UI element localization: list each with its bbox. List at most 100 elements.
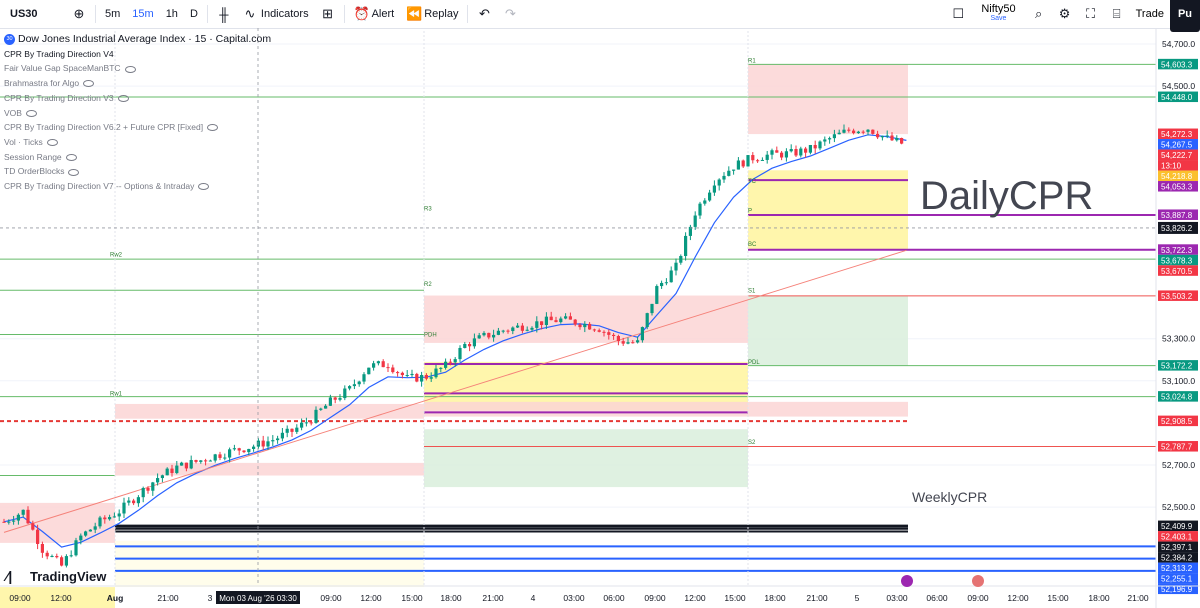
level-tag: TC — [748, 179, 757, 185]
time-tick-label: 06:00 — [603, 593, 625, 603]
time-tick-label: 12:00 — [360, 593, 382, 603]
symbol-legend[interactable]: 30 Dow Jones Industrial Average Index · … — [4, 32, 271, 47]
interval-5m[interactable]: 5m — [99, 0, 126, 28]
candle-body — [540, 321, 544, 326]
candle-body — [357, 381, 361, 385]
eye-icon[interactable] — [124, 65, 136, 73]
undo-button[interactable]: ↶ — [471, 0, 497, 28]
time-tick-label: 09:00 — [9, 593, 31, 603]
indicator-row[interactable]: Fair Value Gap SpaceManBTC — [4, 61, 271, 76]
candle-body — [64, 556, 68, 566]
ema-slow-line — [3, 249, 907, 533]
candle-body — [616, 336, 620, 342]
candle-body — [535, 321, 539, 328]
indicator-row[interactable]: CPR By Trading Direction V4 — [4, 47, 271, 62]
price-axis[interactable]: 54,700.0 54,500.0 53,300.0 53,100.0 52,700.0… — [1155, 28, 1198, 608]
indicator-row[interactable]: CPR By Trading Direction V3 — [4, 91, 271, 106]
candle-body — [813, 144, 817, 149]
indicator-row[interactable]: Vol · Ticks — [4, 135, 271, 150]
eye-icon[interactable] — [207, 124, 219, 132]
lightning-event-icon[interactable] — [901, 575, 913, 587]
candle-body — [732, 169, 736, 171]
symbol-search[interactable]: US30 — [4, 0, 66, 28]
indicator-row[interactable]: VOB — [4, 106, 271, 121]
candle-body — [679, 256, 683, 263]
candle-body — [808, 144, 812, 153]
price-label-text: 52,255.1 — [1161, 575, 1193, 584]
time-tick-label: 5 — [855, 593, 860, 603]
eye-icon[interactable] — [83, 80, 95, 88]
candle-body — [12, 520, 16, 522]
price-zone — [424, 429, 748, 488]
candle-body — [746, 155, 750, 167]
candle-body — [650, 303, 654, 314]
time-tick-label: 18:00 — [440, 593, 462, 603]
us-flag-event-icon[interactable] — [972, 575, 984, 587]
weekly-cpr-annotation: WeeklyCPR — [912, 489, 987, 505]
quick-search-button[interactable]: ⌕ — [1026, 0, 1052, 28]
time-tick-label: 03:00 — [563, 593, 585, 603]
candle-body — [266, 441, 270, 447]
templates-button[interactable]: ⊞ — [315, 0, 341, 28]
candle-body — [103, 517, 107, 520]
eye-icon[interactable] — [198, 183, 210, 191]
snapshot-button[interactable]: ⌸ — [1104, 0, 1130, 28]
candle-body — [26, 509, 30, 524]
interval-15m[interactable]: 15m — [126, 0, 159, 28]
candle-body — [228, 449, 232, 458]
alert-label: Alert — [371, 8, 395, 20]
indicator-row[interactable]: Session Range — [4, 150, 271, 165]
chart-type-button[interactable]: ╫ — [211, 0, 237, 28]
eye-icon[interactable] — [25, 109, 37, 117]
candle-body — [736, 160, 740, 170]
candle-body — [405, 375, 409, 377]
candle-body — [381, 361, 385, 368]
indicator-row[interactable]: CPR By Trading Direction V7 -- Options &… — [4, 179, 271, 194]
crosshair-time-text: Mon 03 Aug '26 03:30 — [219, 594, 297, 603]
indicator-name: CPR By Trading Direction V7 -- Options &… — [4, 181, 195, 192]
layout-toggle[interactable]: ☐ — [945, 0, 971, 28]
candle-body — [285, 428, 289, 433]
indicator-row[interactable]: TD OrderBlocks — [4, 164, 271, 179]
time-axis[interactable]: 09:00 12:00 Aug 21:00 3 09:00 12:00 15:00 18:00 2… — [0, 585, 1200, 604]
candle-body — [837, 132, 841, 135]
indicators-button[interactable]: ∿ Indicators — [237, 0, 315, 28]
candle-body — [55, 555, 59, 558]
candle-body — [472, 338, 476, 347]
eye-icon[interactable] — [117, 95, 129, 103]
time-tick-label: 03:00 — [886, 593, 908, 603]
eye-icon[interactable] — [65, 153, 77, 161]
eye-icon[interactable] — [46, 139, 58, 147]
time-tick-label: 06:00 — [926, 593, 948, 603]
redo-button[interactable]: ↷ — [497, 0, 523, 28]
candle-body — [324, 405, 328, 409]
candle-body — [396, 372, 400, 374]
settings-button[interactable]: ⚙ — [1052, 0, 1078, 28]
candle-body — [88, 529, 92, 532]
interval-1h[interactable]: 1h — [160, 0, 184, 28]
candle-body — [871, 129, 875, 134]
indicator-row[interactable]: Brahmastra for Algo — [4, 76, 271, 91]
candle-body — [348, 386, 352, 389]
compare-symbol-button[interactable]: ⊕ — [66, 0, 92, 28]
time-tick-label: 15:00 — [724, 593, 746, 603]
indicator-row[interactable]: CPR By Trading Direction V6.2 + Future C… — [4, 120, 271, 135]
candle-body — [333, 397, 337, 400]
gear-icon: ⚙ — [1058, 6, 1071, 21]
trade-button[interactable]: Trade — [1130, 0, 1170, 28]
eye-icon[interactable] — [68, 168, 80, 176]
price-label-text: 53,670.5 — [1161, 267, 1193, 276]
interval-d[interactable]: D — [184, 0, 204, 28]
indicators-label: Indicators — [260, 8, 309, 20]
layout-name[interactable]: Nifty50 Save — [981, 4, 1015, 24]
replay-button[interactable]: ⏪ Replay — [400, 0, 464, 28]
candle-body — [338, 398, 342, 400]
alert-button[interactable]: ⏰ Alert — [348, 0, 401, 28]
candle-body — [621, 341, 625, 344]
indicator-name: CPR By Trading Direction V3 — [4, 92, 114, 103]
candle-body — [304, 422, 308, 424]
candle-body — [434, 368, 438, 378]
tradingview-logo: ⁄| TradingView — [3, 568, 107, 584]
candle-body — [362, 374, 366, 382]
fullscreen-button[interactable]: ⛶ — [1078, 0, 1104, 28]
